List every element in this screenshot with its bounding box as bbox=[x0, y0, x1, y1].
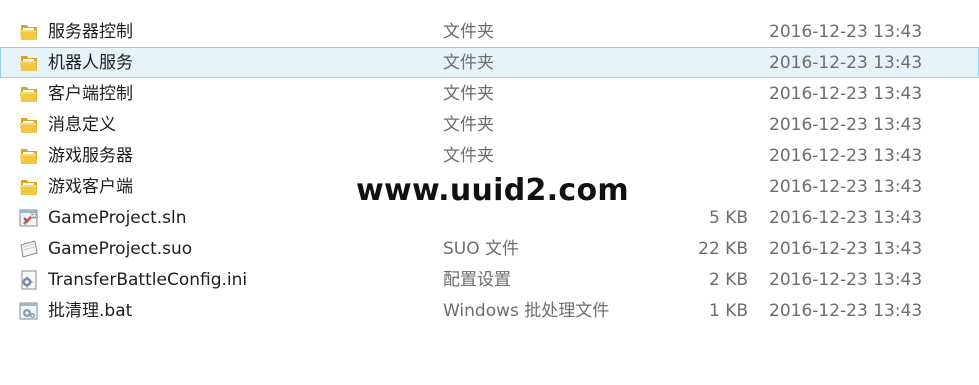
folder-icon bbox=[18, 22, 40, 42]
folder-icon bbox=[18, 53, 40, 73]
file-date: 2016-12-23 13:43 bbox=[769, 270, 923, 290]
file-date: 2016-12-23 13:43 bbox=[769, 301, 923, 321]
file-name: GameProject.suo bbox=[48, 239, 193, 259]
file-type: 文件夹 bbox=[443, 53, 494, 73]
file-size: 22 KB bbox=[698, 239, 748, 259]
suo-file-icon bbox=[18, 239, 40, 259]
file-type: 文件夹 bbox=[443, 115, 494, 135]
file-row[interactable]: 机器人服务 文件夹 2016-12-23 13:43 bbox=[0, 47, 979, 78]
file-date: 2016-12-23 13:43 bbox=[769, 53, 923, 73]
file-date: 2016-12-23 13:43 bbox=[769, 84, 923, 104]
file-name: 批清理.bat bbox=[48, 301, 133, 321]
file-name: 游戏客户端 bbox=[48, 177, 133, 197]
file-date: 2016-12-23 13:43 bbox=[769, 239, 923, 259]
file-name: 游戏服务器 bbox=[48, 146, 133, 166]
folder-icon bbox=[18, 146, 40, 166]
file-size: 2 KB bbox=[708, 270, 748, 290]
file-name: 机器人服务 bbox=[48, 53, 133, 73]
folder-icon bbox=[18, 115, 40, 135]
file-size: 1 KB bbox=[708, 301, 748, 321]
file-row[interactable]: 服务器控制 文件夹 2016-12-23 13:43 bbox=[0, 16, 979, 47]
file-name: 服务器控制 bbox=[48, 22, 133, 42]
file-type: 文件夹 bbox=[443, 22, 494, 42]
file-name: GameProject.sln bbox=[48, 208, 187, 228]
file-row[interactable]: 客户端控制 文件夹 2016-12-23 13:43 bbox=[0, 78, 979, 109]
file-type: SUO 文件 bbox=[443, 239, 520, 259]
file-row[interactable]: 消息定义 文件夹 2016-12-23 13:43 bbox=[0, 109, 979, 140]
file-row[interactable]: 批清理.bat Windows 批处理文件 1 KB 2016-12-23 13:43 bbox=[0, 295, 979, 326]
file-name: 消息定义 bbox=[48, 115, 116, 135]
file-date: 2016-12-23 13:43 bbox=[769, 177, 923, 197]
sln-file-icon: 12 bbox=[18, 208, 40, 228]
file-type: Windows 批处理文件 bbox=[443, 301, 610, 321]
file-date: 2016-12-23 13:43 bbox=[769, 22, 923, 42]
file-type: 文件夹 bbox=[443, 146, 494, 166]
file-row[interactable]: GameProject.suo SUO 文件 22 KB 2016-12-23 13:… bbox=[0, 233, 979, 264]
file-row[interactable]: TransferBattleConfig.ini 配置设置 2 KB 2016-12-… bbox=[0, 264, 979, 295]
file-type: 文件夹 bbox=[443, 84, 494, 104]
ini-file-icon bbox=[18, 270, 40, 290]
folder-icon bbox=[18, 84, 40, 104]
watermark-text: www.uuid2.com bbox=[356, 173, 629, 208]
file-type: 配置设置 bbox=[443, 270, 511, 290]
svg-text:12: 12 bbox=[32, 213, 38, 218]
folder-icon bbox=[18, 177, 40, 197]
file-name: 客户端控制 bbox=[48, 84, 133, 104]
file-date: 2016-12-23 13:43 bbox=[769, 146, 923, 166]
bat-file-icon bbox=[18, 301, 40, 321]
file-size: 5 KB bbox=[708, 208, 748, 228]
file-date: 2016-12-23 13:43 bbox=[769, 208, 923, 228]
file-name: TransferBattleConfig.ini bbox=[48, 270, 248, 290]
file-date: 2016-12-23 13:43 bbox=[769, 115, 923, 135]
